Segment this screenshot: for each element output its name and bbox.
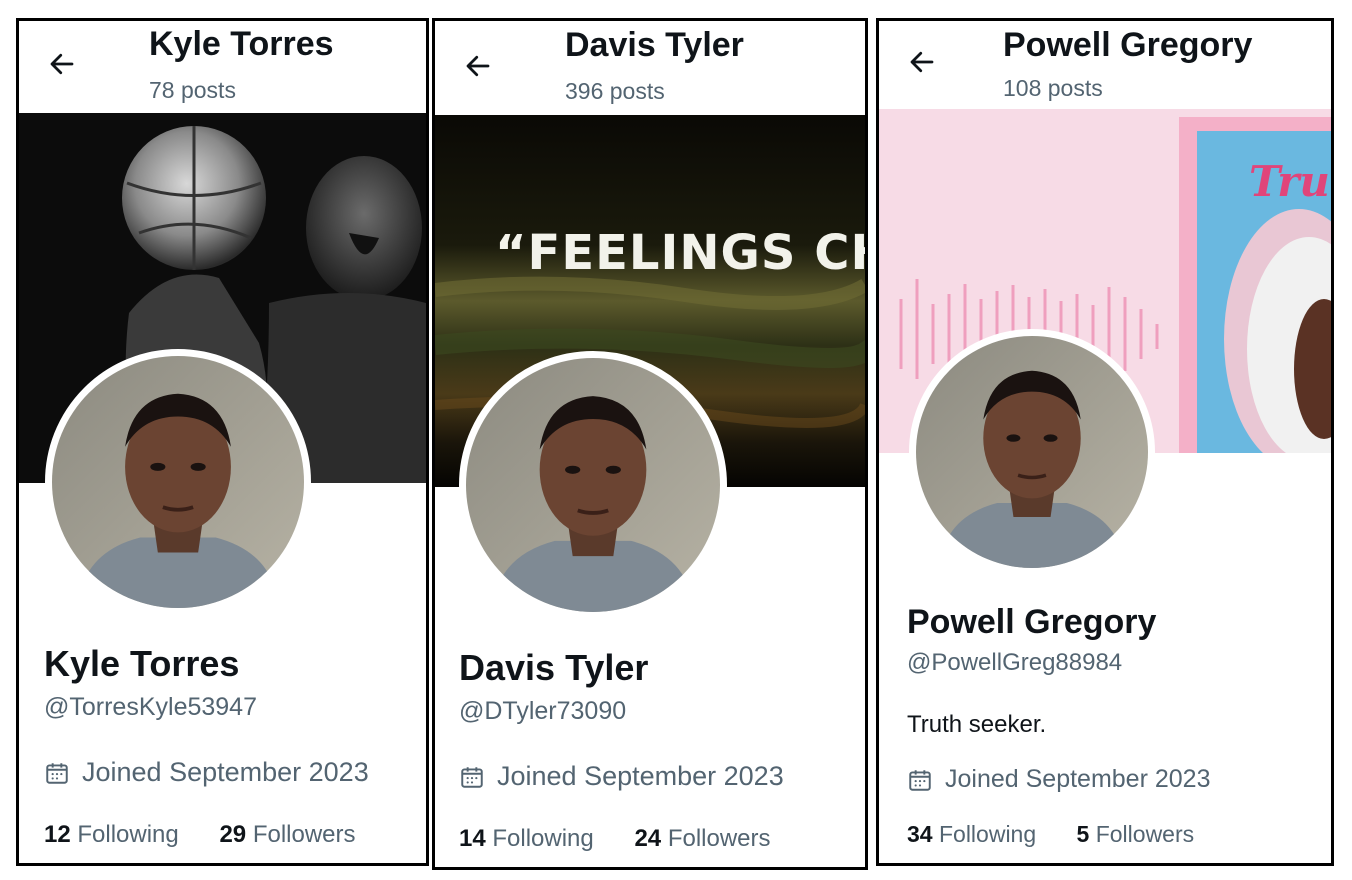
joined-date: Joined September 2023 — [459, 761, 784, 792]
following-count: 14 — [459, 825, 486, 852]
followers-count: 5 — [1076, 821, 1090, 847]
header-name: Powell Gregory — [1003, 26, 1253, 64]
calendar-icon — [44, 760, 70, 786]
following-link[interactable]: 12 Following — [44, 821, 179, 849]
joined-text: Joined September 2023 — [497, 761, 784, 791]
joined-date: Joined September 2023 — [907, 765, 1210, 794]
back-arrow-icon[interactable] — [907, 47, 937, 77]
followers-link[interactable]: 5 Followers — [1077, 821, 1195, 848]
header-name: Kyle Torres — [149, 25, 334, 63]
following-count: 12 — [44, 821, 71, 848]
follow-stats: 14 Following 24 Followers — [459, 825, 805, 853]
followers-label: Followers — [252, 821, 356, 848]
username-handle: @PowellGreg88984 — [907, 649, 1123, 676]
back-arrow-icon[interactable] — [47, 49, 77, 79]
joined-text: Joined September 2023 — [945, 765, 1211, 793]
display-name: Powell Gregory — [907, 603, 1157, 641]
follow-stats: 34 Following 5 Followers — [907, 821, 1228, 848]
profile-panel-kyle-torres: Kyle Torres 78 posts Kyle Torres @Torres… — [16, 18, 429, 866]
followers-link[interactable]: 24 Followers — [634, 825, 770, 853]
profile-avatar[interactable] — [909, 329, 1155, 575]
following-label: Following — [938, 821, 1037, 847]
username-handle: @TorresKyle53947 — [44, 693, 257, 721]
header-post-count: 78 posts — [149, 77, 236, 103]
profile-avatar[interactable] — [459, 351, 727, 619]
display-name: Kyle Torres — [44, 643, 240, 684]
followers-label: Followers — [667, 825, 771, 852]
joined-text: Joined September 2023 — [82, 757, 369, 787]
header-name: Davis Tyler — [565, 26, 744, 64]
followers-count: 24 — [634, 825, 662, 852]
profile-bio: Truth seeker. — [907, 711, 1047, 738]
profile-avatar[interactable] — [45, 349, 311, 615]
followers-label: Followers — [1095, 821, 1195, 847]
header-post-count: 396 posts — [565, 78, 665, 104]
profile-header-bar: Davis Tyler 396 posts — [435, 21, 865, 115]
following-label: Following — [492, 825, 594, 852]
banner-text: “FEELINGS CHA — [495, 225, 865, 281]
back-arrow-icon[interactable] — [463, 51, 493, 81]
calendar-icon — [459, 764, 485, 790]
profile-header-bar: Powell Gregory 108 posts — [879, 21, 1331, 109]
profile-panel-powell-gregory: Powell Gregory 108 posts Tru Powell Greg… — [876, 18, 1334, 866]
following-link[interactable]: 34 Following — [907, 821, 1036, 848]
calendar-icon — [907, 767, 933, 793]
joined-date: Joined September 2023 — [44, 757, 369, 788]
header-post-count: 108 posts — [1003, 75, 1103, 101]
profile-panel-davis-tyler: Davis Tyler 396 posts “FEELINGS CHA — [432, 18, 868, 870]
display-name: Davis Tyler — [459, 647, 649, 688]
follow-stats: 12 Following 29 Followers — [44, 821, 390, 849]
banner-text: Tru — [1249, 157, 1330, 206]
following-count: 34 — [907, 821, 933, 847]
username-handle: @DTyler73090 — [459, 697, 627, 725]
profile-header-bar: Kyle Torres 78 posts — [19, 21, 426, 113]
followers-count: 29 — [219, 821, 247, 848]
following-link[interactable]: 14 Following — [459, 825, 594, 853]
following-label: Following — [77, 821, 179, 848]
followers-link[interactable]: 29 Followers — [219, 821, 355, 849]
